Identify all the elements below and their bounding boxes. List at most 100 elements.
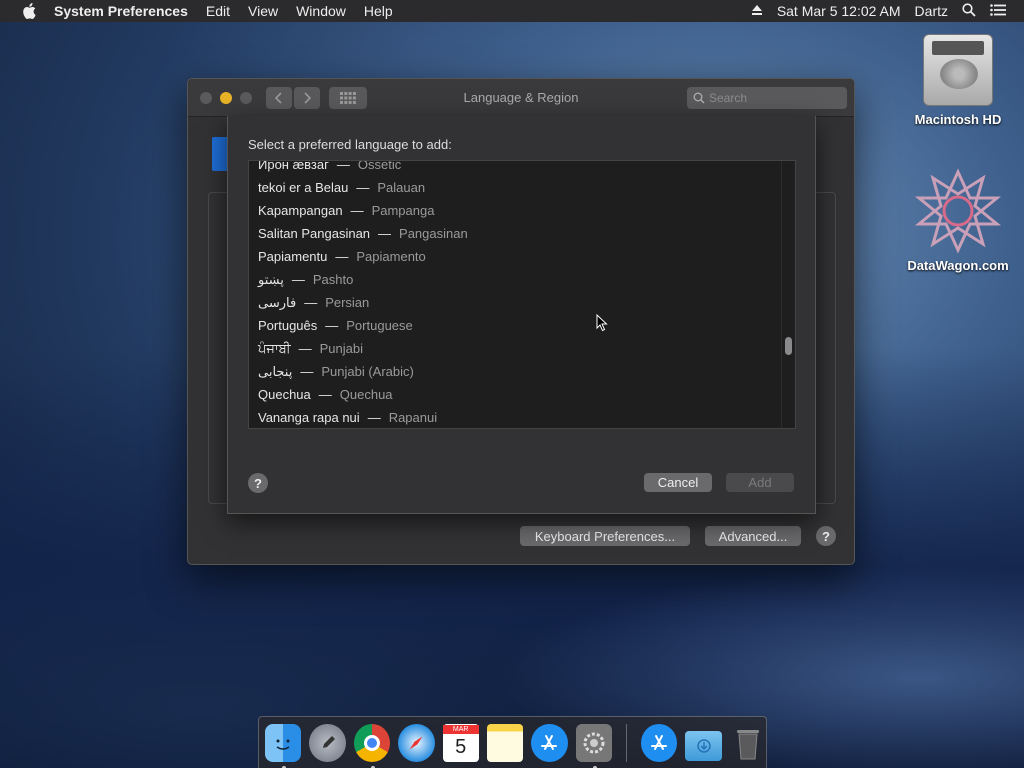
desktop-icon-label: Macintosh HD [914,112,1002,127]
list-scrollbar[interactable] [781,161,795,428]
language-row[interactable]: پښتو — Pashto [249,268,781,291]
language-native-name: پنجابی [258,363,293,379]
eject-icon[interactable] [751,3,763,19]
menu-clock[interactable]: Sat Mar 5 12:02 AM [777,3,901,19]
add-button[interactable]: Add [726,473,794,492]
language-native-name: Português [258,318,318,333]
scrollbar-thumb[interactable] [785,337,792,355]
language-native-name: Vananga rapa nui [258,410,360,425]
language-native-name: ਪੰਜਾਬੀ [258,340,291,356]
language-separator: — [336,160,350,172]
language-row[interactable]: Quechua — Quechua [249,383,781,406]
language-separator: — [318,387,332,402]
show-all-button[interactable] [329,87,367,109]
language-english-name: Punjabi (Arabic) [321,364,414,379]
language-english-name: Punjabi [319,341,363,356]
language-english-name: Pangasinan [399,226,468,241]
advanced-button[interactable]: Advanced... [705,526,801,546]
help-button[interactable]: ? [816,526,836,546]
chevron-left-icon [275,92,282,104]
dock: MAR 5 [258,716,767,768]
dock-separator [626,723,627,762]
mouse-cursor-icon [596,314,608,332]
language-row[interactable]: Papiamentu — Papiamento [249,245,781,268]
language-row[interactable]: ਪੰਜਾਬੀ — Punjabi [249,337,781,360]
menu-bar: System Preferences Edit View Window Help… [0,0,1024,22]
search-input[interactable] [709,91,829,105]
language-row[interactable]: Ирон ӕвзаг — Ossetic [249,160,781,176]
language-english-name: Pashto [312,272,354,287]
language-native-name: Quechua [258,387,311,402]
language-separator: — [350,203,364,218]
back-button[interactable] [266,87,292,109]
grid-icon [340,92,356,104]
menu-help[interactable]: Help [364,3,393,19]
language-separator: — [304,295,318,310]
language-separator: — [325,318,339,333]
calendar-month: MAR [442,725,479,734]
spotlight-search-icon[interactable] [962,2,976,20]
apple-menu-icon[interactable] [18,0,40,22]
language-native-name: Ирон ӕвзаг [258,160,329,172]
language-english-name: Palauan [377,180,426,195]
menu-user[interactable]: Dartz [915,3,948,19]
sheet-help-button[interactable]: ? [248,473,268,493]
language-english-name: Pampanga [371,203,435,218]
menu-view[interactable]: View [248,3,278,19]
search-field[interactable] [687,87,847,109]
language-row[interactable]: پنجابی — Punjabi (Arabic) [249,360,781,383]
desktop-icon-macintosh-hd[interactable]: Macintosh HD [903,34,1013,127]
cancel-button[interactable]: Cancel [644,473,712,492]
search-icon [693,92,705,104]
language-english-name: Portuguese [346,318,413,333]
add-language-sheet: Select a preferred language to add: Ирон… [227,116,816,514]
chevron-right-icon [304,92,311,104]
keyboard-preferences-button[interactable]: Keyboard Preferences... [520,526,690,546]
language-separator: — [298,341,312,356]
language-separator: — [335,249,349,264]
language-list-rows: Ирон ӕвзаг — Ossetic tekoi er a Belau — Palau… [249,160,781,428]
language-english-name: Persian [325,295,370,310]
system-preferences-icon[interactable] [575,723,612,768]
datawagon-logo-icon [914,168,1002,254]
notes-icon[interactable] [486,723,524,762]
trash-icon[interactable] [730,724,766,762]
language-english-name: Quechua [339,387,393,402]
language-separator: — [367,410,381,425]
menu-edit[interactable]: Edit [206,3,230,19]
launchpad-icon[interactable] [309,723,346,762]
language-english-name: Rapanui [388,410,438,425]
language-row[interactable]: tekoi er a Belau — Palauan [249,176,781,199]
finder-icon[interactable] [265,723,302,768]
window-titlebar[interactable]: Language & Region [188,79,854,117]
close-button[interactable] [200,92,212,104]
language-native-name: Papiamentu [258,249,328,264]
desktop-icon-datawagon[interactable]: DataWagon.com [903,168,1013,273]
hard-drive-icon [923,34,993,106]
app-store-icon[interactable] [531,723,568,762]
language-separator: — [300,364,314,379]
sheet-prompt: Select a preferred language to add: [248,137,452,152]
menu-app-name[interactable]: System Preferences [54,3,188,19]
minimize-button[interactable] [220,92,232,104]
language-row[interactable]: Salitan Pangasinan — Pangasinan [249,222,781,245]
language-separator: — [291,272,305,287]
notification-center-icon[interactable] [990,3,1006,19]
language-english-name: Ossetic [357,160,402,172]
language-list[interactable]: Ирон ӕвзаг — Ossetic tekoi er a Belau — Palau… [248,160,796,429]
safari-icon[interactable] [398,723,435,762]
downloads-folder-icon[interactable] [685,730,722,761]
language-native-name: فارسی [258,294,297,310]
language-row[interactable]: Português — Portuguese [249,314,781,337]
desktop-icon-label: DataWagon.com [907,258,1009,273]
language-row[interactable]: Kapampangan — Pampanga [249,199,781,222]
zoom-button[interactable] [240,92,252,104]
chrome-icon[interactable] [353,723,391,768]
menu-window[interactable]: Window [296,3,346,19]
app-store-icon-2[interactable] [640,723,678,762]
language-row[interactable]: فارسی — Persian [249,291,781,314]
calendar-day: 5 [455,736,467,758]
language-row[interactable]: Vananga rapa nui — Rapanui [249,406,781,428]
calendar-icon[interactable]: MAR 5 [442,723,479,762]
forward-button[interactable] [294,87,320,109]
